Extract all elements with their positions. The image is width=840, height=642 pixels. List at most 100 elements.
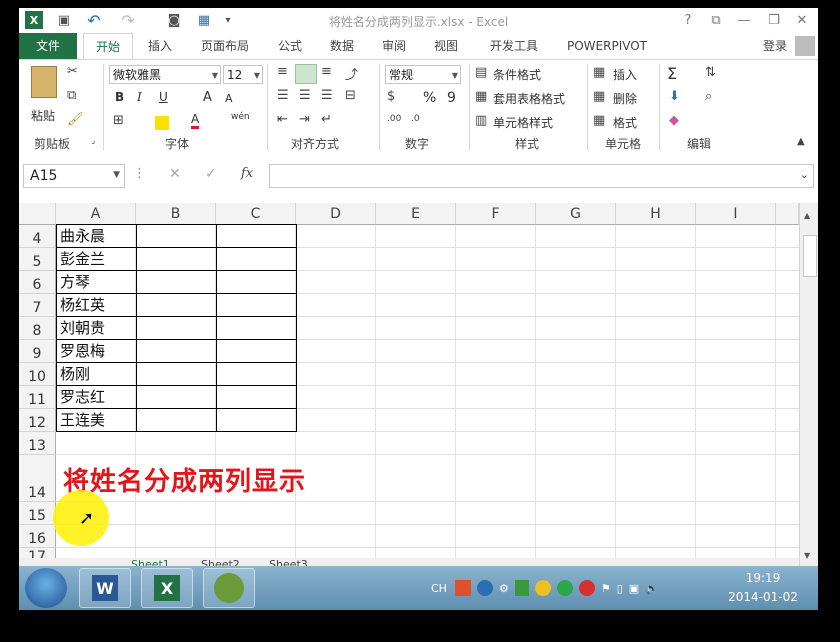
clock-time[interactable]: 19:19	[725, 571, 801, 585]
row-header[interactable]: 5	[19, 248, 56, 271]
shrink-font-button[interactable]: A	[225, 92, 233, 105]
row-header[interactable]: 12	[19, 409, 56, 432]
sheet-tab[interactable]: Sheet2	[201, 558, 240, 566]
select-all-corner[interactable]	[19, 203, 56, 225]
maximize-button[interactable]: ❐	[763, 11, 785, 29]
tab-file[interactable]: 文件	[19, 33, 77, 59]
border-icon[interactable]: ⊞	[113, 113, 124, 128]
taskbar-app[interactable]	[203, 568, 255, 608]
format-as-table-button[interactable]: 套用表格格式	[493, 90, 565, 107]
cell-name[interactable]: 杨刚	[56, 363, 136, 386]
delete-cells-button[interactable]: 删除	[613, 90, 637, 107]
format-cells-icon[interactable]: ▦	[593, 113, 605, 128]
formula-input[interactable]: ⌄	[269, 164, 814, 188]
decrease-decimal-icon[interactable]: .0	[411, 114, 420, 124]
collapse-ribbon-icon[interactable]: ▲	[797, 136, 805, 147]
insert-cells-icon[interactable]: ▦	[593, 65, 605, 80]
decrease-indent-icon[interactable]: ⇤	[277, 112, 288, 127]
find-select-icon[interactable]: ⌕	[705, 89, 712, 104]
percent-button[interactable]: %	[423, 90, 436, 106]
align-right-icon[interactable]: ☰	[321, 88, 333, 103]
underline-button[interactable]: U	[159, 90, 168, 104]
row-header[interactable]: 10	[19, 363, 56, 386]
font-name-combo[interactable]: 微软雅黑 ▼	[109, 65, 221, 84]
cancel-icon[interactable]: ✕	[169, 166, 181, 182]
comma-button[interactable]: 9	[447, 90, 456, 106]
device-icon[interactable]: ▯	[617, 582, 623, 595]
align-center-icon[interactable]: ☰	[299, 88, 311, 103]
tab-developer[interactable]: 开发工具	[481, 33, 547, 59]
delete-cells-icon[interactable]: ▦	[593, 89, 605, 104]
name-box[interactable]: A15 ▼	[23, 164, 125, 188]
column-header[interactable]: E	[376, 203, 456, 225]
tab-view[interactable]: 视图	[425, 33, 467, 59]
worksheet-grid[interactable]: A B C D E F G H I 4 5 6 7 8 9 10 11 12 1…	[19, 203, 818, 566]
cell-name[interactable]: 曲永晨	[56, 225, 136, 248]
column-header[interactable]: G	[536, 203, 616, 225]
row-header[interactable]: 16	[19, 525, 56, 548]
paste-button[interactable]: 粘贴	[31, 107, 55, 124]
help-button[interactable]: ?	[677, 11, 699, 29]
conditional-format-icon[interactable]: ▤	[475, 65, 487, 80]
login-link[interactable]: 登录	[757, 33, 793, 59]
cell-style-icon[interactable]: ▥	[475, 113, 487, 128]
minimize-button[interactable]: —	[733, 11, 755, 29]
input-method-icon[interactable]	[454, 580, 471, 596]
cell-name[interactable]: 罗志红	[56, 386, 136, 409]
clock-date[interactable]: 2014-01-02	[719, 590, 807, 604]
wrap-text-icon[interactable]: ↵	[321, 112, 332, 127]
cell-name[interactable]: 王连美	[56, 409, 136, 432]
copy-icon[interactable]: ⧉	[67, 88, 76, 103]
column-header[interactable]	[776, 203, 799, 225]
font-size-combo[interactable]: 12 ▼	[223, 65, 263, 84]
increase-indent-icon[interactable]: ⇥	[299, 112, 310, 127]
column-header[interactable]: B	[136, 203, 216, 225]
tab-page-layout[interactable]: 页面布局	[193, 33, 257, 59]
tab-formulas[interactable]: 公式	[269, 33, 311, 59]
column-header[interactable]: I	[696, 203, 776, 225]
chat-icon[interactable]	[556, 580, 573, 596]
align-bottom-icon[interactable]: ≡	[321, 64, 332, 79]
cell-name[interactable]: 彭金兰	[56, 248, 136, 271]
align-top-icon[interactable]: ≡	[277, 64, 288, 79]
network-icon[interactable]: ▣	[629, 582, 639, 595]
scroll-down-icon[interactable]: ▼	[804, 551, 810, 560]
row-header[interactable]: 7	[19, 294, 56, 317]
shield-icon[interactable]	[514, 580, 529, 596]
insert-function-icon[interactable]: fx	[241, 166, 253, 181]
format-cells-button[interactable]: 格式	[613, 114, 637, 131]
vertical-scrollbar[interactable]: ▲ ▼	[799, 203, 818, 566]
phonetic-button[interactable]: wén	[231, 112, 250, 122]
flag-icon[interactable]: ⚑	[601, 582, 611, 595]
qq-icon[interactable]	[534, 580, 551, 596]
fill-color-icon[interactable]	[155, 116, 169, 130]
expand-formula-icon[interactable]: ⌄	[800, 168, 809, 181]
conditional-format-button[interactable]: 条件格式	[493, 66, 541, 83]
autosum-button[interactable]: Σ	[667, 64, 677, 83]
settings-tray-icon[interactable]: ⚙	[499, 582, 509, 595]
scroll-up-icon[interactable]: ▲	[804, 211, 810, 220]
merge-center-icon[interactable]: ⊟	[345, 88, 356, 103]
align-middle-icon[interactable]	[295, 64, 317, 84]
clipboard-launcher-icon[interactable]: ⌟	[91, 136, 95, 146]
row-header[interactable]: 6	[19, 271, 56, 294]
format-painter-icon[interactable]: 🖌	[67, 112, 84, 127]
help-tray-icon[interactable]	[476, 580, 493, 596]
row-header[interactable]: 14	[19, 455, 56, 502]
column-header[interactable]: H	[616, 203, 696, 225]
orientation-icon[interactable]: ⤴	[345, 64, 358, 83]
row-header[interactable]: 9	[19, 340, 56, 363]
table-format-icon[interactable]: ▦	[475, 89, 487, 104]
tab-insert[interactable]: 插入	[137, 33, 183, 59]
insert-cells-button[interactable]: 插入	[613, 66, 637, 83]
clear-icon[interactable]: ◆	[669, 113, 679, 128]
volume-icon[interactable]: 🔈	[645, 582, 659, 595]
cell-styles-button[interactable]: 单元格样式	[493, 114, 553, 131]
column-header[interactable]: A	[56, 203, 136, 225]
grow-font-button[interactable]: A	[203, 90, 212, 105]
sheet-tab[interactable]: Sheet3	[269, 558, 308, 566]
sheet-tab[interactable]: Sheet1	[131, 558, 170, 566]
close-button[interactable]: ✕	[791, 11, 813, 29]
tab-data[interactable]: 数据	[321, 33, 363, 59]
cell-name[interactable]: 刘朝贵	[56, 317, 136, 340]
